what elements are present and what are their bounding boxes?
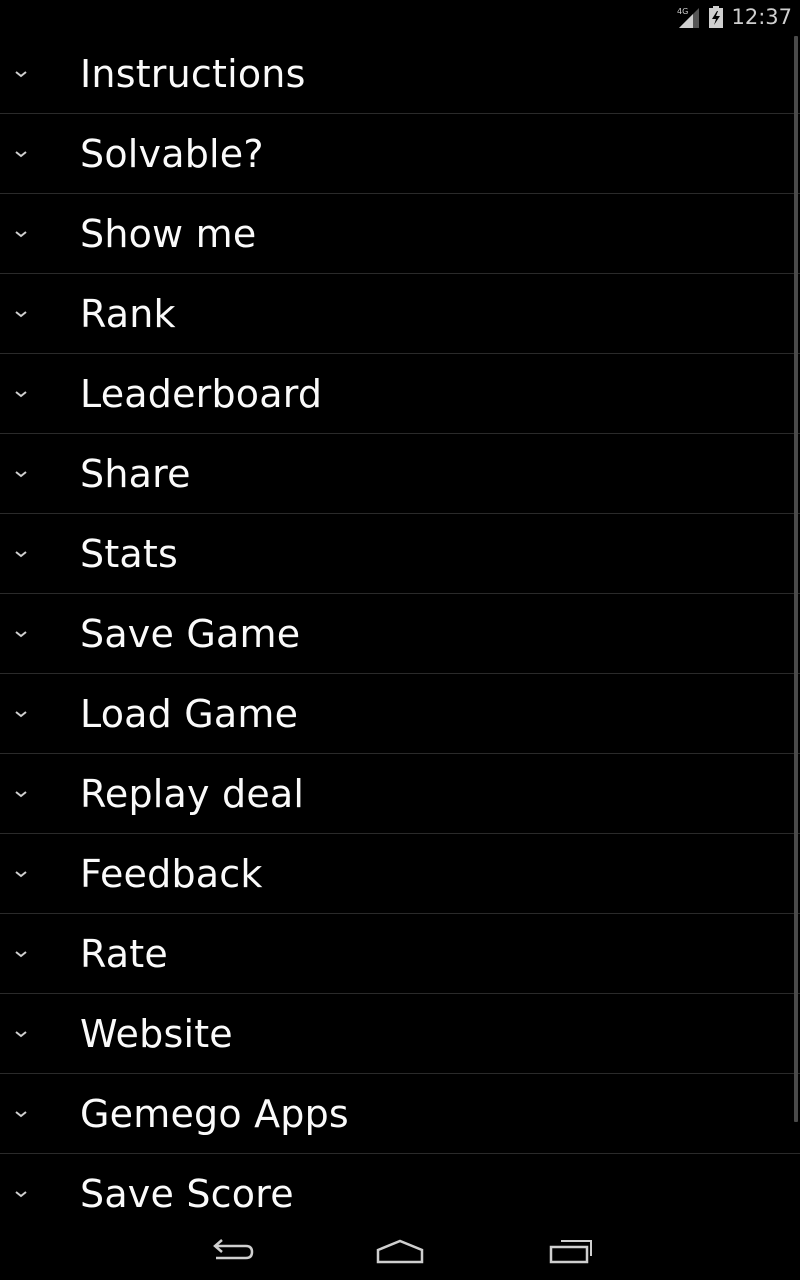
list-item-gemego-apps[interactable]: Gemego Apps <box>0 1074 800 1154</box>
list-item-save-score[interactable]: Save Score <box>0 1154 800 1234</box>
nav-bar <box>0 1224 800 1280</box>
chevron-down-icon <box>15 1110 27 1117</box>
home-icon <box>376 1239 424 1264</box>
list-item-label: Solvable? <box>80 131 264 176</box>
list-item-label: Website <box>80 1011 233 1056</box>
battery-charging-icon <box>709 6 724 28</box>
list-item-stats[interactable]: Stats <box>0 514 800 594</box>
list-item-solvable[interactable]: Solvable? <box>0 114 800 194</box>
list-item-label: Leaderboard <box>80 371 323 416</box>
home-button[interactable] <box>370 1232 430 1272</box>
chevron-down-icon <box>15 950 27 957</box>
chevron-down-icon <box>15 230 27 237</box>
back-icon <box>213 1239 254 1260</box>
list-item-share[interactable]: Share <box>0 434 800 514</box>
list-item-rate[interactable]: Rate <box>0 914 800 994</box>
list-item-instructions[interactable]: Instructions <box>0 34 800 114</box>
list-item-label: Load Game <box>80 691 299 736</box>
chevron-down-icon <box>15 1190 27 1197</box>
list-item-show-me[interactable]: Show me <box>0 194 800 274</box>
menu-list[interactable]: Instructions Solvable? Show me Rank Lead… <box>0 34 800 1234</box>
chevron-down-icon <box>15 630 27 637</box>
list-item-label: Stats <box>80 531 179 576</box>
list-item-label: Gemego Apps <box>80 1091 349 1136</box>
chevron-down-icon <box>15 710 27 717</box>
status-icons: 4G 12:37 <box>677 4 792 30</box>
chevron-down-icon <box>15 550 27 557</box>
screen: 4G 12:37 Instructions Solvable? Show me … <box>0 0 800 1280</box>
back-button[interactable] <box>200 1232 260 1272</box>
list-item-leaderboard[interactable]: Leaderboard <box>0 354 800 434</box>
chevron-down-icon <box>15 70 27 77</box>
list-item-website[interactable]: Website <box>0 994 800 1074</box>
chevron-down-icon <box>15 310 27 317</box>
status-bar: 4G 12:37 <box>0 0 800 34</box>
list-item-label: Replay deal <box>80 771 305 816</box>
scrollbar[interactable] <box>794 36 798 1122</box>
recent-apps-button[interactable] <box>541 1232 601 1272</box>
signal-4g-icon: 4G <box>677 6 701 28</box>
list-item-label: Instructions <box>80 51 306 96</box>
chevron-down-icon <box>15 150 27 157</box>
chevron-down-icon <box>15 390 27 397</box>
list-item-replay-deal[interactable]: Replay deal <box>0 754 800 834</box>
chevron-down-icon <box>15 790 27 797</box>
list-item-save-game[interactable]: Save Game <box>0 594 800 674</box>
list-item-rank[interactable]: Rank <box>0 274 800 354</box>
status-clock: 12:37 <box>731 5 792 29</box>
list-item-label: Save Score <box>80 1171 294 1216</box>
list-item-label: Show me <box>80 211 257 256</box>
recent-apps-icon <box>549 1240 592 1264</box>
list-item-label: Share <box>80 451 191 496</box>
list-item-label: Feedback <box>80 851 263 896</box>
chevron-down-icon <box>15 470 27 477</box>
list-item-label: Save Game <box>80 611 301 656</box>
list-item-feedback[interactable]: Feedback <box>0 834 800 914</box>
chevron-down-icon <box>15 870 27 877</box>
list-item-label: Rank <box>80 291 176 336</box>
network-type-label: 4G <box>677 7 688 16</box>
chevron-down-icon <box>15 1030 27 1037</box>
list-item-label: Rate <box>80 931 168 976</box>
list-item-load-game[interactable]: Load Game <box>0 674 800 754</box>
